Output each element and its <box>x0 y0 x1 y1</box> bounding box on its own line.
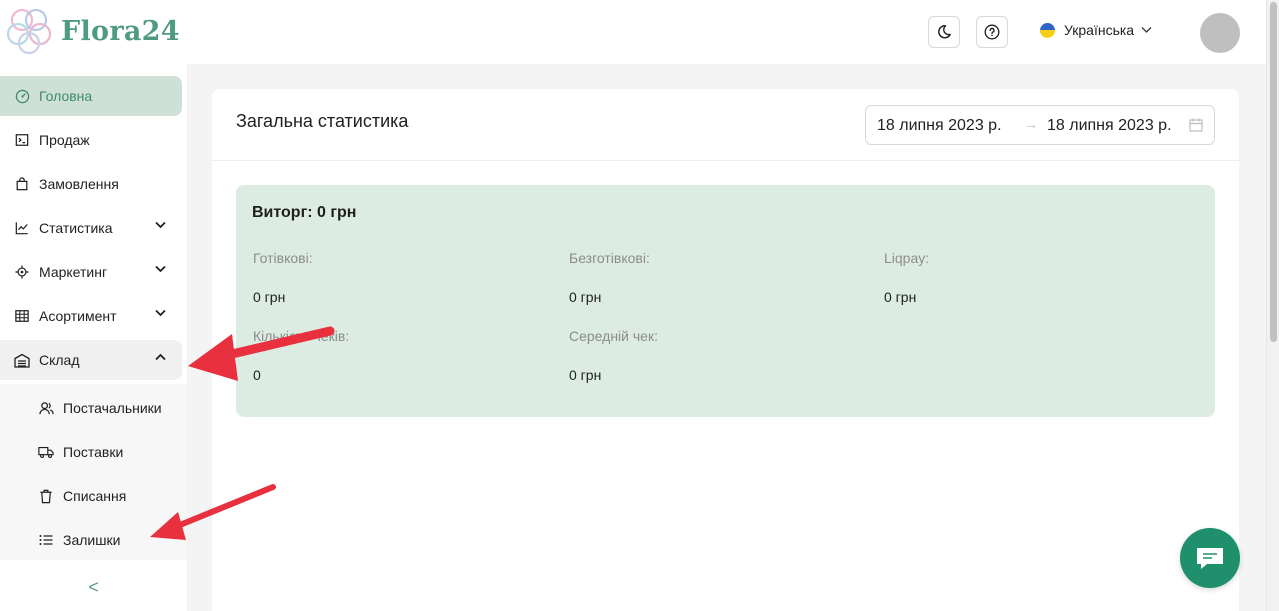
table-icon <box>14 308 30 324</box>
sidebar-subitem-label: Постачальники <box>63 400 162 416</box>
help-button[interactable] <box>976 16 1008 48</box>
truck-icon <box>38 444 54 460</box>
flower-logo-icon <box>6 8 52 55</box>
ukraine-flag-icon <box>1040 22 1055 38</box>
sidebar-item-assortment[interactable]: Асортимент <box>0 296 182 336</box>
user-avatar[interactable] <box>1200 13 1240 53</box>
terminal-icon <box>14 132 30 148</box>
calendar-icon <box>1189 118 1203 132</box>
revenue-total: Виторг: 0 грн <box>252 204 357 221</box>
chevron-down-icon <box>155 221 166 229</box>
sidebar-item-label: Асортимент <box>39 308 117 324</box>
date-range-picker[interactable]: 18 липня 2023 р. → 18 липня 2023 р. <box>865 105 1215 145</box>
dashboard-icon <box>14 88 30 104</box>
sidebar-collapse-button[interactable]: < <box>0 564 187 611</box>
users-icon <box>38 400 54 416</box>
sidebar-item-label: Статистика <box>39 220 113 236</box>
sidebar-item-marketing[interactable]: Маркетинг <box>0 252 182 292</box>
target-icon <box>14 264 30 280</box>
sidebar-item-statistics[interactable]: Статистика <box>0 208 182 248</box>
arrow-right-icon: → <box>1024 116 1038 132</box>
list-icon <box>38 532 54 548</box>
stat-label-receipts-count: Кількість чеків: <box>253 328 350 344</box>
question-icon <box>984 24 1000 40</box>
chevron-down-icon <box>1141 27 1152 33</box>
sidebar-item-label: Маркетинг <box>39 264 108 280</box>
sidebar-item-label: Продаж <box>39 132 90 148</box>
chevron-down-icon <box>155 265 166 273</box>
language-selector[interactable]: Українська <box>1040 22 1152 38</box>
date-to[interactable]: 18 липня 2023 р. <box>1047 117 1172 135</box>
sidebar-item-label: Замовлення <box>39 176 119 192</box>
stat-label-liqpay: Liqpay: <box>884 250 930 266</box>
scrollbar-thumb[interactable] <box>1270 2 1277 342</box>
theme-toggle-button[interactable] <box>928 16 960 48</box>
stat-label-cashless: Безготівкові: <box>569 250 650 266</box>
sidebar-subitem-label: Залишки <box>63 532 121 548</box>
chevron-down-icon <box>155 309 166 317</box>
sidebar-item-sales[interactable]: Продаж <box>0 120 182 160</box>
logo[interactable]: Flora24 <box>3 5 180 57</box>
chevron-up-icon <box>155 353 166 361</box>
sidebar-subitem-stock[interactable]: Залишки <box>38 520 120 560</box>
sidebar-item-label: Головна <box>39 88 93 104</box>
stat-value-average-check: 0 грн <box>569 367 602 383</box>
sidebar-item-warehouse[interactable]: Склад <box>0 340 182 380</box>
trash-icon <box>38 488 54 504</box>
sidebar-subitem-label: Списання <box>63 488 127 504</box>
sidebar-subitem-deliveries[interactable]: Поставки <box>38 432 123 472</box>
moon-icon <box>938 25 951 39</box>
stat-value-cashless: 0 грн <box>569 289 602 305</box>
stat-value-receipts-count: 0 <box>253 367 261 383</box>
page-scrollbar[interactable] <box>1266 0 1279 611</box>
page-title: Загальна статистика <box>236 111 409 131</box>
sidebar-item-label: Склад <box>39 352 80 368</box>
sidebar-item-orders[interactable]: Замовлення <box>0 164 182 204</box>
stat-value-cash: 0 грн <box>253 289 286 305</box>
stats-panel: Виторг: 0 грн Готівкові: 0 грн Безготівк… <box>236 185 1215 417</box>
warehouse-icon <box>14 352 30 368</box>
sidebar: Головна Продаж Замовлення Статистика Мар… <box>0 64 187 611</box>
stat-label-average-check: Середній чек: <box>569 328 658 344</box>
chevron-left-icon: < <box>88 577 99 597</box>
sidebar-subitem-write-offs[interactable]: Списання <box>38 476 126 516</box>
line-chart-icon <box>14 220 30 236</box>
warehouse-submenu: Постачальники Поставки Списання Залишки <box>0 384 187 560</box>
card-header: Загальна статистика 18 липня 2023 р. → 1… <box>212 89 1239 161</box>
bag-icon <box>14 176 30 192</box>
app-name: Flora24 <box>61 15 180 47</box>
sidebar-subitem-label: Поставки <box>63 444 124 460</box>
top-header: Flora24 Українська <box>0 0 1266 64</box>
stat-value-liqpay: 0 грн <box>884 289 917 305</box>
sidebar-item-home[interactable]: Головна <box>0 76 182 116</box>
sidebar-subitem-suppliers[interactable]: Постачальники <box>38 388 162 428</box>
date-from[interactable]: 18 липня 2023 р. <box>877 117 1002 135</box>
general-statistics-card: Загальна статистика 18 липня 2023 р. → 1… <box>212 89 1239 611</box>
language-label: Українська <box>1064 22 1135 38</box>
stat-label-cash: Готівкові: <box>253 250 313 266</box>
chat-icon <box>1197 548 1223 569</box>
support-chat-button[interactable] <box>1180 528 1240 588</box>
